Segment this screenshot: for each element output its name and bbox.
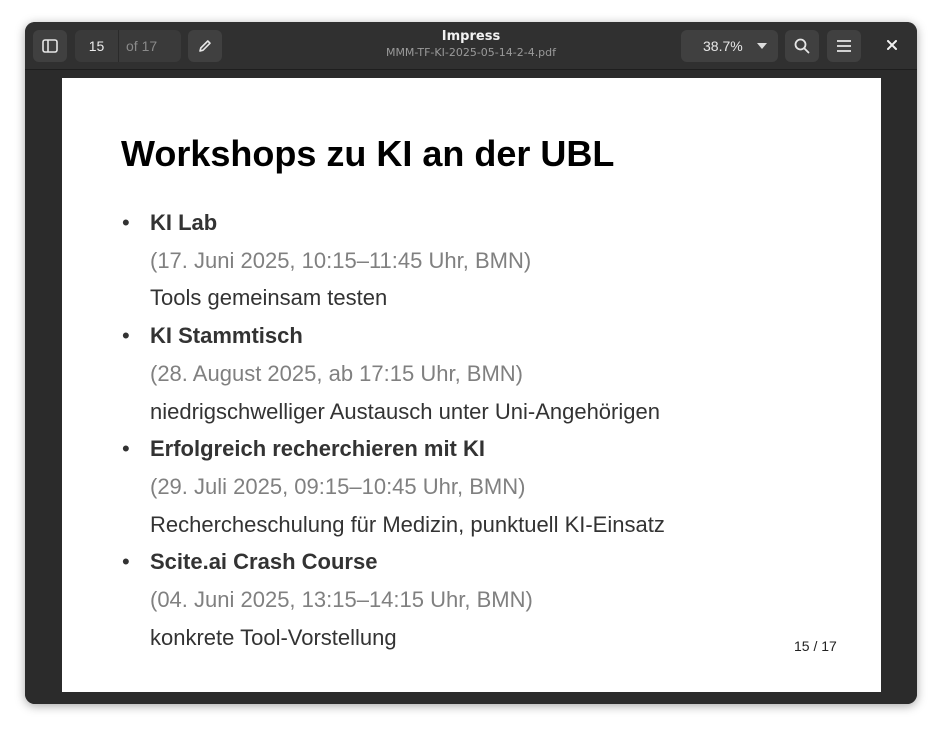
annotate-button[interactable] xyxy=(188,30,222,62)
zoom-dropdown[interactable]: 38.7% xyxy=(681,30,778,62)
total-pages-label: of 17 xyxy=(126,38,158,54)
slide-page: Workshops zu KI an der UBL • KI Lab (17.… xyxy=(62,78,881,692)
header-bar: 15 of 17 Impress MMM-TF-KI-2025-05-14-2-… xyxy=(25,22,917,70)
workshop-description: Tools gemeinsam testen xyxy=(150,285,388,311)
document-viewer-window: 15 of 17 Impress MMM-TF-KI-2025-05-14-2-… xyxy=(25,22,917,704)
search-button[interactable] xyxy=(785,30,819,62)
chevron-down-icon xyxy=(757,43,767,49)
list-item: • Scite.ai Crash Course (04. Juni 2025, … xyxy=(121,543,841,656)
list-item: • KI Stammtisch (28. August 2025, ab 17:… xyxy=(121,317,841,430)
file-name-subtitle: MMM-TF-KI-2025-05-14-2-4.pdf xyxy=(385,46,557,59)
workshop-name: KI Lab xyxy=(150,210,218,235)
slide-title: Workshops zu KI an der UBL xyxy=(121,133,615,174)
bullet-marker: • xyxy=(122,210,130,235)
sidebar-toggle-button[interactable] xyxy=(33,30,67,62)
hamburger-menu-icon xyxy=(836,39,852,53)
current-page-field[interactable]: 15 xyxy=(75,30,119,62)
search-icon xyxy=(794,38,810,54)
workshop-description: Rechercheschulung für Medizin, punktuell… xyxy=(150,511,665,537)
page-number-entry[interactable]: 15 of 17 xyxy=(75,30,181,62)
workshop-date: (17. Juni 2025, 10:15–11:45 Uhr, BMN) xyxy=(150,247,532,273)
window-title-block: Impress MMM-TF-KI-2025-05-14-2-4.pdf xyxy=(325,28,617,60)
workshop-name: Erfolgreich recherchieren mit KI xyxy=(150,436,485,462)
bullet-marker: • xyxy=(122,323,130,349)
workshop-date: (28. August 2025, ab 17:15 Uhr, BMN) xyxy=(150,360,524,386)
slide-page-number: 15 / 17 xyxy=(794,638,837,654)
app-title: Impress xyxy=(441,29,501,44)
workshop-name: Scite.ai Crash Course xyxy=(150,549,378,575)
document-view[interactable]: Workshops zu KI an der UBL • KI Lab (17.… xyxy=(25,70,917,704)
workshop-date: (29. Juli 2025, 09:15–10:45 Uhr, BMN) xyxy=(150,473,526,499)
bullet-marker: • xyxy=(122,549,130,575)
workshop-description: niedrigschwelliger Austausch unter Uni-A… xyxy=(150,398,660,424)
workshop-date: (04. Juni 2025, 13:15–14:15 Uhr, BMN) xyxy=(150,587,533,613)
zoom-level: 38.7% xyxy=(703,38,743,54)
pencil-icon xyxy=(198,39,212,53)
list-item: • Erfolgreich recherchieren mit KI (29. … xyxy=(121,430,841,543)
bullet-marker: • xyxy=(122,436,130,462)
close-icon xyxy=(887,37,897,55)
list-item: • KI Lab (17. Juni 2025, 10:15–11:45 Uhr… xyxy=(121,204,841,317)
close-button[interactable] xyxy=(880,36,904,56)
workshop-list: • KI Lab (17. Juni 2025, 10:15–11:45 Uhr… xyxy=(121,204,841,656)
sidebar-toggle-icon xyxy=(42,39,58,53)
workshop-description: konkrete Tool-Vorstellung xyxy=(150,624,397,650)
workshop-name: KI Stammtisch xyxy=(150,323,303,349)
main-menu-button[interactable] xyxy=(827,30,861,62)
